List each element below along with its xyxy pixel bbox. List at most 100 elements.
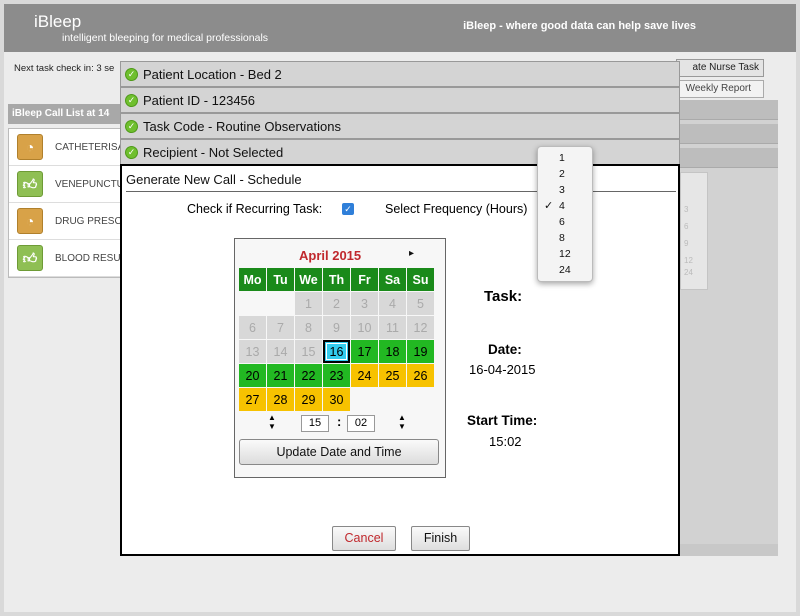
app-title: iBleep bbox=[34, 12, 82, 31]
calendar-day: 11 bbox=[379, 316, 406, 339]
call-list: ◔ CATHETERISA 👍︎ VENEPUNCTU ◔ DRUG PRESC… bbox=[8, 128, 123, 278]
frequency-option[interactable]: 1 bbox=[538, 150, 592, 166]
call-item-label: VENEPUNCTU bbox=[55, 178, 122, 190]
date-value: 16-04-2015 bbox=[469, 362, 536, 377]
calendar-day: 10 bbox=[351, 316, 378, 339]
frequency-option-label: 2 bbox=[559, 168, 565, 180]
calendar-month-label: April 2015 bbox=[299, 248, 362, 263]
task-label: Task: bbox=[484, 288, 523, 305]
calendar-day: 1 bbox=[295, 292, 322, 315]
calendar-day[interactable]: 16 bbox=[323, 340, 350, 363]
weekday-header: We bbox=[295, 268, 322, 291]
calendar-day[interactable]: 23 bbox=[323, 364, 350, 387]
schedule-modal: Generate New Call - Schedule Check if Re… bbox=[120, 164, 680, 556]
accordion-patient-location[interactable]: ✓ Patient Location - Bed 2 bbox=[120, 61, 680, 87]
minute-stepper-icon[interactable]: ▲ ▼ bbox=[397, 413, 407, 433]
frequency-option-label: 8 bbox=[559, 232, 565, 244]
date-label: Date: bbox=[488, 342, 522, 357]
list-item[interactable]: ◔ CATHETERISA bbox=[9, 129, 122, 166]
checkmark-icon: ✓ bbox=[544, 200, 554, 212]
calendar-day: 4 bbox=[379, 292, 406, 315]
frequency-label: Select Frequency (Hours) bbox=[385, 202, 528, 216]
frequency-dropdown[interactable]: 1 2 3 ✓ 4 6 8 12 24 bbox=[537, 146, 593, 282]
calendar-day[interactable]: 22 bbox=[295, 364, 322, 387]
frequency-option-label: 6 bbox=[559, 216, 565, 228]
calendar-day[interactable]: 24 bbox=[351, 364, 378, 387]
check-circle-icon: ✓ bbox=[125, 68, 138, 81]
next-month-icon[interactable]: ▸ bbox=[409, 248, 414, 259]
hour-stepper-icon[interactable]: ▲ ▼ bbox=[267, 413, 277, 433]
frequency-option-label: 12 bbox=[559, 248, 571, 260]
accordion-label: Recipient - Not Selected bbox=[143, 144, 284, 160]
cancel-button[interactable]: Cancel bbox=[332, 526, 396, 551]
weekday-header: Tu bbox=[267, 268, 294, 291]
accordion-patient-id[interactable]: ✓ Patient ID - 123456 bbox=[120, 87, 680, 113]
thumbs-up-icon: 👍︎ bbox=[17, 245, 43, 271]
hour-input[interactable]: 15 bbox=[301, 415, 329, 432]
calendar-day: 5 bbox=[407, 292, 434, 315]
calendar-day: 7 bbox=[267, 316, 294, 339]
accordion-label: Patient ID - 123456 bbox=[143, 92, 256, 108]
recurring-task-checkbox[interactable]: ✓ bbox=[342, 203, 354, 215]
time-separator: : bbox=[337, 414, 342, 429]
call-item-label: BLOOD RESUI bbox=[55, 252, 122, 264]
list-item[interactable]: 👍︎ VENEPUNCTU bbox=[9, 166, 122, 203]
list-item[interactable]: ◔ DRUG PRESCI bbox=[9, 203, 122, 240]
calendar-day[interactable]: 26 bbox=[407, 364, 434, 387]
thumbs-up-icon: 👍︎ bbox=[17, 171, 43, 197]
call-item-label: DRUG PRESCI bbox=[55, 215, 122, 227]
right-column-footer bbox=[680, 544, 778, 556]
frequency-option[interactable]: 8 bbox=[538, 230, 592, 246]
frequency-option[interactable]: 3 bbox=[538, 182, 592, 198]
frequency-option[interactable]: 12 bbox=[538, 246, 592, 262]
recurring-task-label: Check if Recurring Task: bbox=[187, 202, 323, 216]
right-column-number: 3 bbox=[684, 205, 689, 214]
calendar-day: 14 bbox=[267, 340, 294, 363]
calendar-day[interactable]: 27 bbox=[239, 388, 266, 411]
accordion-label: Patient Location - Bed 2 bbox=[143, 66, 282, 82]
update-date-time-button[interactable]: Update Date and Time bbox=[239, 439, 439, 465]
finish-button[interactable]: Finish bbox=[411, 526, 470, 551]
calendar-day[interactable]: 30 bbox=[323, 388, 350, 411]
calendar-empty-cell bbox=[239, 292, 266, 315]
calendar-day[interactable]: 19 bbox=[407, 340, 434, 363]
check-circle-icon: ✓ bbox=[125, 94, 138, 107]
right-column-number: 24 bbox=[684, 268, 693, 277]
minute-input[interactable]: 02 bbox=[347, 415, 375, 432]
call-item-label: CATHETERISA bbox=[55, 141, 122, 153]
frequency-option[interactable]: 24 bbox=[538, 262, 592, 278]
list-item[interactable]: 👍︎ BLOOD RESUI bbox=[9, 240, 122, 277]
frequency-option[interactable]: ✓ 4 bbox=[538, 198, 592, 214]
app-header: iBleep intelligent bleeping for medical … bbox=[4, 4, 796, 52]
accordion-recipient[interactable]: ✓ Recipient - Not Selected bbox=[120, 139, 680, 165]
calendar-day[interactable]: 25 bbox=[379, 364, 406, 387]
calendar-grid: Mo Tu We Th Fr Sa Su 1 2 3 4 5 6 7 8 9 10 11 12 13 14 15 16 17 1… bbox=[239, 268, 434, 411]
accordion-label: Task Code - Routine Observations bbox=[143, 118, 341, 134]
weekly-report-button[interactable]: Weekly Report bbox=[676, 80, 764, 98]
update-nurse-task-button[interactable]: ate Nurse Task bbox=[676, 59, 764, 77]
calendar-day: 15 bbox=[295, 340, 322, 363]
right-column-number: 6 bbox=[684, 222, 689, 231]
weekday-header: Mo bbox=[239, 268, 266, 291]
calendar-day[interactable]: 17 bbox=[351, 340, 378, 363]
frequency-option[interactable]: 6 bbox=[538, 214, 592, 230]
calendar-day[interactable]: 20 bbox=[239, 364, 266, 387]
accordion-task-code[interactable]: ✓ Task Code - Routine Observations bbox=[120, 113, 680, 139]
start-time-value: 15:02 bbox=[489, 434, 522, 449]
calendar-day: 3 bbox=[351, 292, 378, 315]
check-circle-icon: ✓ bbox=[125, 146, 138, 159]
calendar-day[interactable]: 21 bbox=[267, 364, 294, 387]
calendar-day[interactable]: 29 bbox=[295, 388, 322, 411]
frequency-option[interactable]: 2 bbox=[538, 166, 592, 182]
calendar-empty-cell bbox=[267, 292, 294, 315]
frequency-option-label: 3 bbox=[559, 184, 565, 196]
right-column-strip bbox=[680, 100, 778, 120]
right-column-number: 9 bbox=[684, 239, 689, 248]
calendar-day[interactable]: 28 bbox=[267, 388, 294, 411]
start-time-label: Start Time: bbox=[467, 413, 538, 428]
date-picker: April 2015 ▸ Mo Tu We Th Fr Sa Su 1 2 3 4 5 6 7 8 9 10 11… bbox=[234, 238, 446, 478]
right-column-number: 12 bbox=[684, 256, 693, 265]
app-subtitle: intelligent bleeping for medical profess… bbox=[62, 32, 269, 44]
calendar-day[interactable]: 18 bbox=[379, 340, 406, 363]
check-circle-icon: ✓ bbox=[125, 120, 138, 133]
